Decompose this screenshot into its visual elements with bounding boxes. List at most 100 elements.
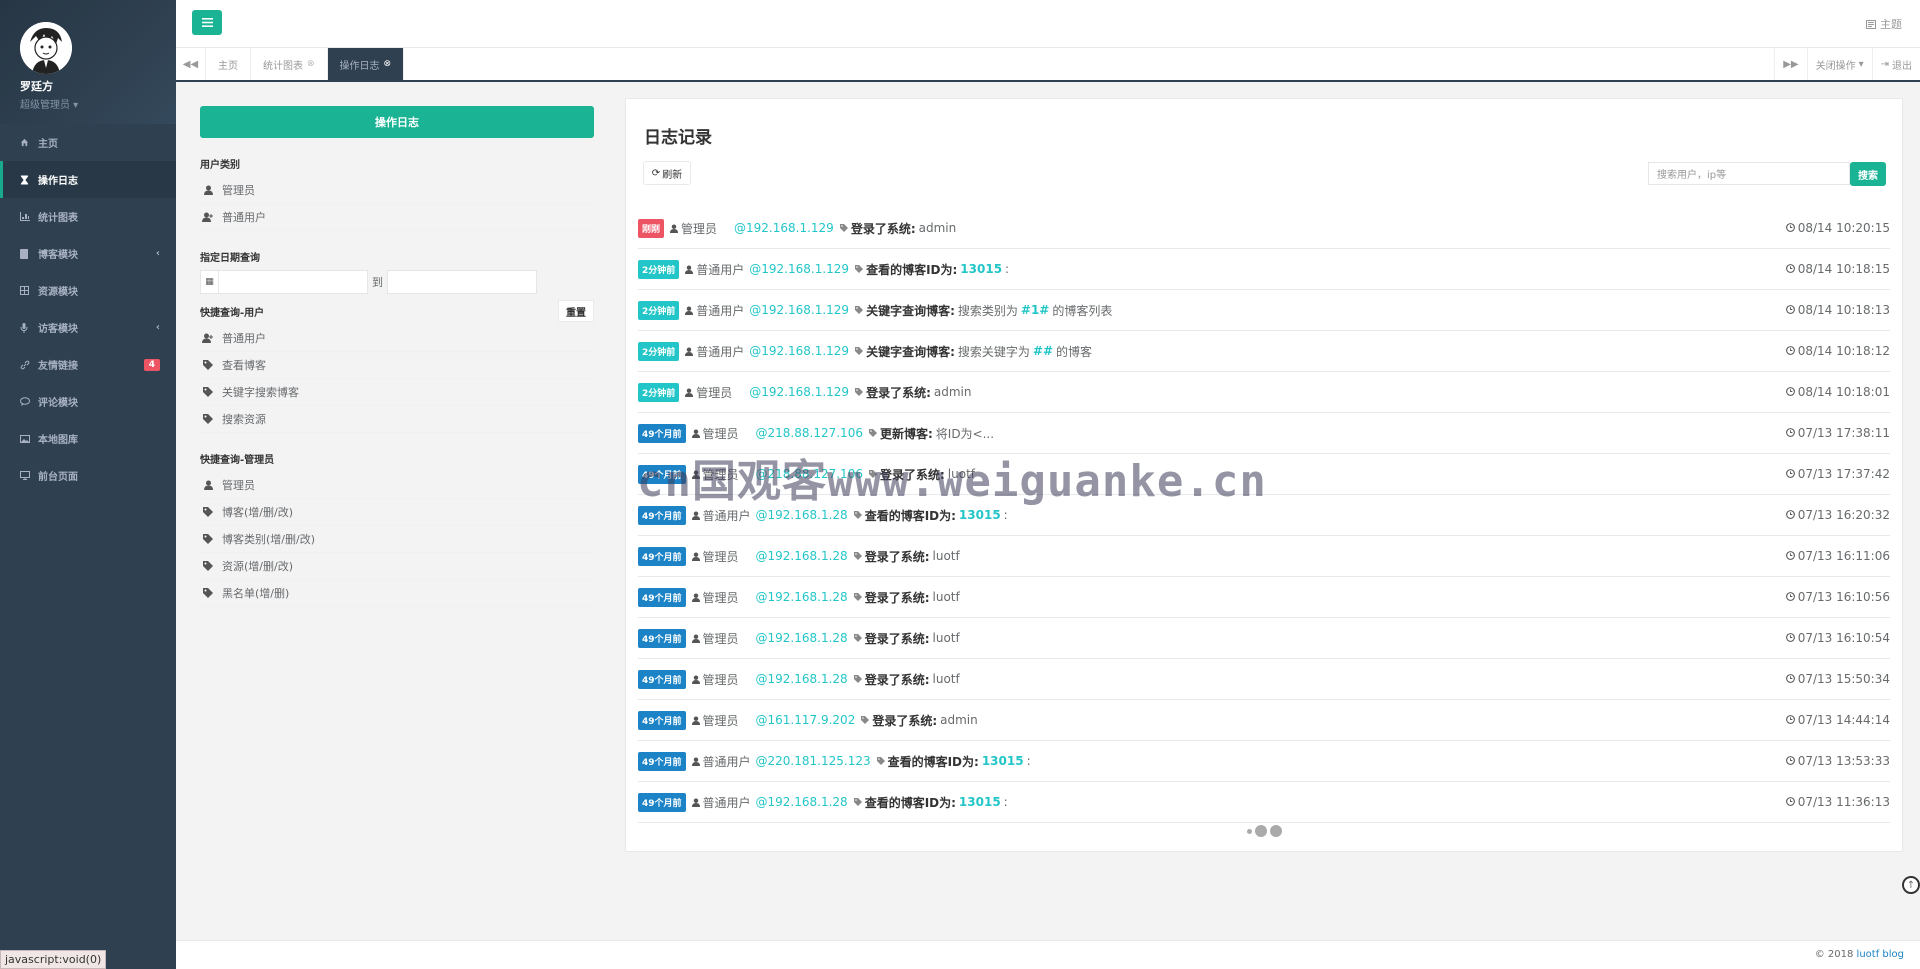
tabs-scroll-left-button[interactable]: ◀◀ [176, 48, 206, 80]
quick-blacklist[interactable]: 黑名单(增/删) [200, 580, 594, 607]
calendar-icon: ▦ [201, 271, 219, 293]
log-ip[interactable]: @192.168.1.129 [749, 385, 849, 399]
quick-label: 普通用户 [222, 332, 266, 345]
sidebar-item-label: 统计图表 [38, 213, 78, 224]
avatar[interactable] [20, 22, 72, 74]
log-ip[interactable]: @192.168.1.28 [756, 508, 848, 522]
close-operations-dropdown[interactable]: 关闭操作 ▾ [1806, 48, 1872, 80]
scroll-to-top-button[interactable]: ↑ [1902, 876, 1920, 894]
log-highlight[interactable]: 13015 [959, 508, 1001, 522]
sidebar-item-frontend[interactable]: 前台页面 [0, 457, 176, 494]
log-user: 管理员 [670, 220, 730, 237]
tab-label: 主页 [218, 60, 238, 72]
log-row: 2分钟前 普通用户 @192.168.1.129 关键字查询博客: 搜索关键字为 ## 的博… [638, 331, 1890, 372]
menu-toggle-button[interactable] [192, 10, 222, 35]
comment-icon [20, 397, 34, 406]
quick-blog-crud[interactable]: 博客(增/删/改) [200, 499, 594, 526]
log-ip[interactable]: @192.168.1.28 [756, 795, 848, 809]
reset-button[interactable]: 重置 [558, 300, 594, 322]
search-input[interactable]: 搜索用户，ip等 [1648, 162, 1850, 185]
tag-icon [855, 303, 864, 317]
log-time-label: 07/13 16:10:56 [1797, 590, 1890, 604]
filter-admin[interactable]: 管理员 [200, 177, 594, 204]
log-highlight[interactable]: 13015 [982, 754, 1024, 768]
log-highlight[interactable]: ## [1033, 344, 1053, 358]
log-ip[interactable]: @192.168.1.129 [749, 262, 849, 276]
log-ip[interactable]: @192.168.1.129 [749, 344, 849, 358]
clock-icon [1785, 508, 1795, 522]
filter-label: 管理员 [222, 184, 255, 197]
sidebar-item-comments[interactable]: 评论模块 [0, 383, 176, 420]
loading-indicator [626, 825, 1902, 837]
operation-log-button[interactable]: 操作日志 [200, 106, 594, 138]
quick-search-resource[interactable]: 搜索资源 [200, 406, 594, 433]
microphone-icon [20, 322, 34, 333]
caret-down-icon: ▾ [1858, 58, 1864, 70]
bar-chart-icon [20, 212, 34, 221]
tab-close-icon[interactable]: ⊗ [384, 59, 392, 69]
log-ip[interactable]: @161.117.9.202 [756, 713, 856, 727]
log-time: 07/13 15:50:34 [1785, 672, 1890, 686]
refresh-button[interactable]: ⟳ 刷新 [643, 161, 691, 185]
log-ip[interactable]: @192.168.1.28 [756, 549, 848, 563]
sidebar-item-links[interactable]: 友情链接 4 [0, 346, 176, 383]
clock-icon [1785, 713, 1795, 727]
sidebar-item-label: 主页 [38, 139, 58, 150]
filter-normal-user[interactable]: 普通用户 [200, 204, 594, 231]
profile-role-dropdown[interactable]: 超级管理员 ▾ [20, 96, 176, 111]
tag-icon [202, 414, 214, 424]
log-time-label: 08/14 10:20:15 [1797, 221, 1890, 235]
footer-copyright: © 2018 [1814, 949, 1857, 960]
footer: © 2018 luotf blog [176, 940, 1920, 969]
sidebar-item-home[interactable]: 主页 [0, 124, 176, 161]
log-ip[interactable]: @192.168.1.129 [749, 303, 849, 317]
log-detail: luotf [932, 672, 960, 686]
tab-home[interactable]: 主页 [206, 48, 251, 80]
footer-blog-link[interactable]: luotf blog [1857, 949, 1904, 960]
quick-label: 黑名单(增/删) [222, 587, 290, 600]
quick-label: 查看博客 [222, 359, 266, 372]
sidebar-item-resources[interactable]: 资源模块 [0, 272, 176, 309]
quick-admin[interactable]: 管理员 [200, 472, 594, 499]
logout-button[interactable]: ⇥ 退出 [1871, 48, 1920, 80]
log-ip[interactable]: @218.88.127.106 [756, 426, 863, 440]
quick-view-blog[interactable]: 查看博客 [200, 352, 594, 379]
quick-normal-user[interactable]: 普通用户 [200, 325, 594, 352]
log-user: 普通用户 [691, 753, 752, 770]
sidebar-item-gallery[interactable]: 本地图库 [0, 420, 176, 457]
quick-keyword-search[interactable]: 关键字搜索博客 [200, 379, 594, 406]
tabs-scroll-right-button[interactable]: ▶▶ [1774, 48, 1806, 80]
log-detail: luotf [932, 631, 960, 645]
time-ago-badge: 49个月前 [638, 669, 686, 689]
sidebar-item-label: 访客模块 [38, 324, 78, 335]
theme-link[interactable]: 主题 [1866, 16, 1902, 32]
clock-icon [1785, 590, 1795, 604]
user-icon [691, 634, 700, 643]
tab-logs[interactable]: 操作日志 ⊗ [327, 48, 405, 80]
sidebar-item-logs[interactable]: 操作日志 [0, 161, 176, 198]
log-highlight[interactable]: 13015 [959, 795, 1001, 809]
search-button[interactable]: 搜索 [1850, 162, 1886, 186]
log-highlight[interactable]: 13015 [960, 262, 1002, 276]
log-ip[interactable]: @192.168.1.28 [756, 672, 848, 686]
log-action-group: 登录了系统: admin [861, 712, 978, 729]
tab-charts[interactable]: 统计图表 ⊗ [251, 48, 328, 80]
log-ip[interactable]: @192.168.1.129 [734, 221, 834, 235]
log-detail: admin [933, 385, 972, 399]
end-date-field[interactable] [387, 270, 537, 294]
sidebar-item-charts[interactable]: 统计图表 [0, 198, 176, 235]
time-ago-badge: 2分钟前 [638, 382, 680, 402]
log-ip[interactable]: @192.168.1.28 [756, 590, 848, 604]
log-action-group: 查看的博客ID为: 13015: [855, 261, 1009, 278]
sidebar-item-visitors[interactable]: 访客模块 ‹ [0, 309, 176, 346]
log-highlight[interactable]: #1# [1021, 303, 1049, 317]
sidebar-item-blog[interactable]: 博客模块 ‹ [0, 235, 176, 272]
tab-close-icon[interactable]: ⊗ [307, 59, 315, 69]
log-ip[interactable]: @192.168.1.28 [756, 631, 848, 645]
quick-resource-crud[interactable]: 资源(增/删/改) [200, 553, 594, 580]
log-user: 管理员 [691, 589, 752, 606]
log-detail: 将ID为<... [935, 426, 995, 441]
quick-blog-category-crud[interactable]: 博客类别(增/删/改) [200, 526, 594, 553]
start-date-field[interactable]: ▦ [200, 270, 368, 294]
log-ip[interactable]: @220.181.125.123 [756, 754, 871, 768]
